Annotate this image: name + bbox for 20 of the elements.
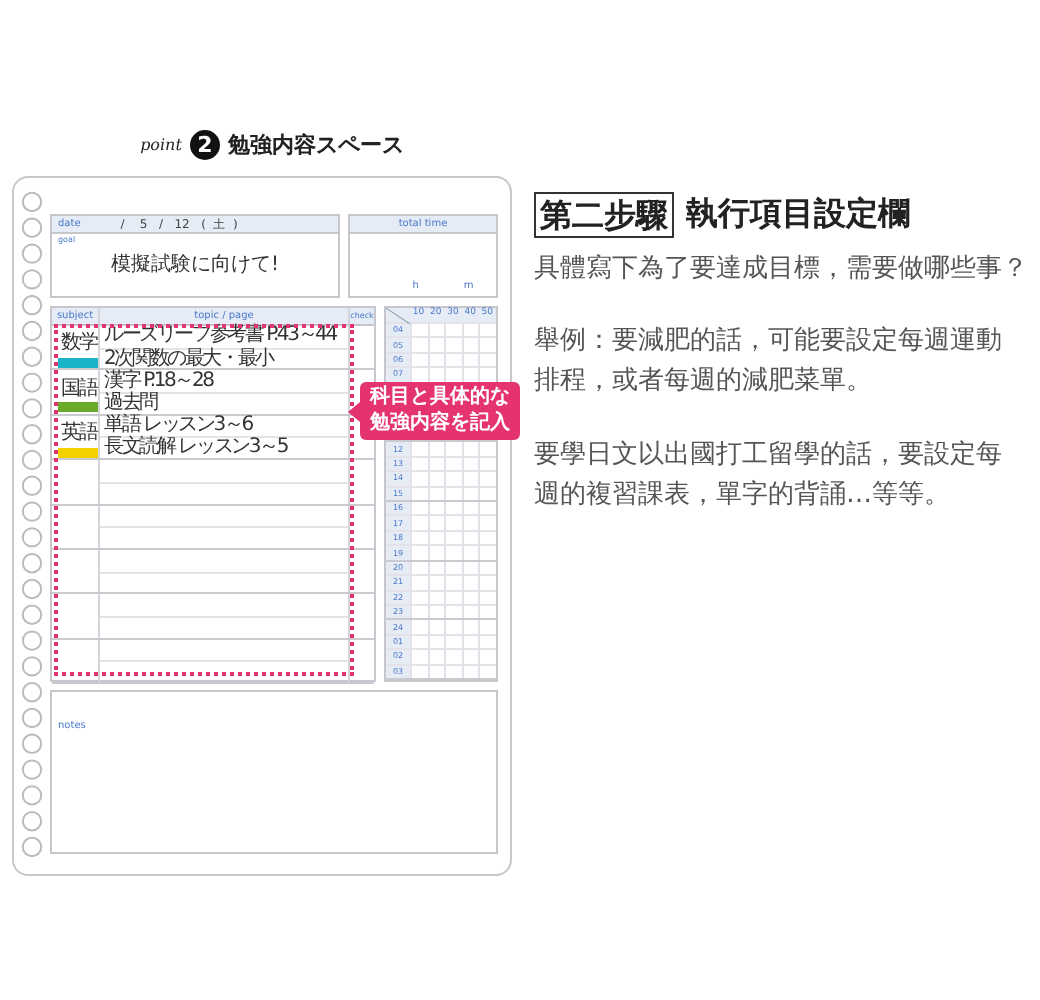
table-cell-text: 漢字 P.18～28 <box>102 370 216 392</box>
step-heading: 第二步驟 <box>534 192 674 239</box>
paragraph: 舉例：要減肥的話，可能要設定每週運動 排程，或者每週的減肥菜單。 <box>534 324 1004 401</box>
subject-text: 国語 <box>61 379 97 400</box>
callout-label: 科目と具体的な 勉強内容を記入 <box>360 382 520 440</box>
table-cell-text: 単語 レッスン3～6 <box>102 415 255 437</box>
point-label: point <box>140 135 182 153</box>
number-badge: 2 <box>189 129 220 159</box>
goal-text: 模擬試験に向けて! <box>108 251 281 278</box>
callout-pointer-icon <box>348 401 360 421</box>
paragraph: 要學日文以出國打工留學的話，要設定每 週的複習課表，單字的背誦…等等。 <box>534 437 1004 514</box>
table-cell: 過去問 <box>100 392 348 414</box>
paragraph: 具體寫下為了要達成目標，需要做哪些事？ <box>534 252 1030 289</box>
section-title: 勉強内容スペース <box>227 129 404 159</box>
table-cell: 2次関数の最大・最小 <box>100 347 348 369</box>
subject-text: 数学 <box>61 334 97 355</box>
subject-text: 英語 <box>61 423 97 444</box>
diagonal-line-icon <box>386 307 410 323</box>
table-cell: 長文読解 レッスン3～5 <box>100 436 348 459</box>
section-heading: 執行項目設定欄 <box>686 194 910 237</box>
